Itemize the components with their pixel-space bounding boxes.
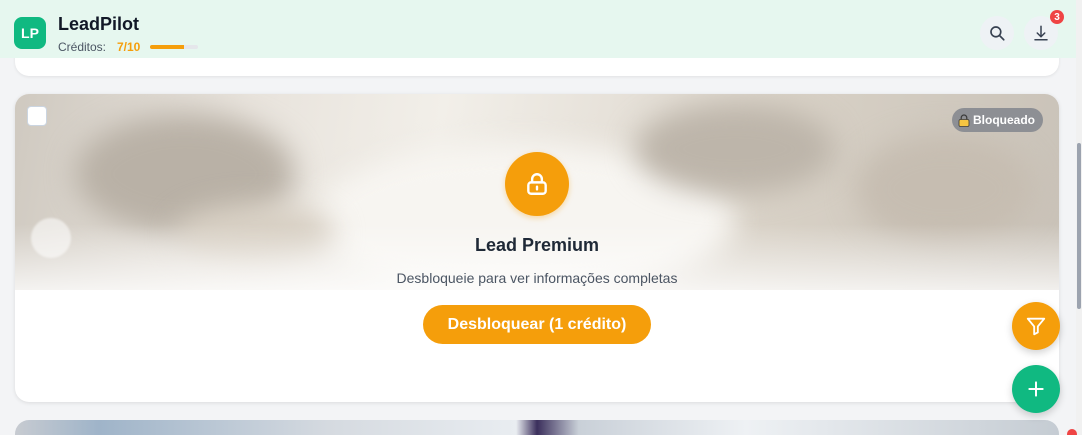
select-lead-checkbox[interactable]: [27, 106, 47, 126]
unlock-lead-button[interactable]: Desbloquear (1 crédito): [423, 305, 651, 344]
lead-card-subtitle: Desbloqueie para ver informações complet…: [396, 270, 678, 286]
credits-value: 7/10: [117, 40, 141, 54]
credits-label: Créditos:: [58, 40, 107, 54]
premium-lock-indicator: [505, 152, 569, 216]
search-icon: [990, 26, 1005, 41]
credits-progress-bar: [150, 45, 198, 49]
lock-icon: [527, 173, 547, 195]
plus-icon: [1028, 381, 1044, 397]
locked-badge-label: Bloqueado: [973, 113, 1035, 127]
corner-notification-dot: [1067, 429, 1077, 435]
search-button[interactable]: [980, 16, 1014, 50]
lead-card-locked: Bloqueado Lead Premium Desbloqueie para …: [15, 94, 1059, 402]
notification-count-badge: 3: [1050, 10, 1064, 24]
app-header: LP LeadPilot Créditos: 7/10 3: [0, 0, 1076, 58]
lock-icon: [958, 113, 970, 127]
filter-icon: [1026, 317, 1046, 336]
download-icon: [1034, 25, 1048, 41]
app-title: LeadPilot: [58, 14, 140, 34]
filter-button[interactable]: [1012, 302, 1060, 350]
locked-status-badge: Bloqueado: [952, 108, 1043, 132]
lead-card-title: Lead Premium: [474, 235, 600, 255]
app-page: LP LeadPilot Créditos: 7/10 3 Bloqueado …: [0, 0, 1082, 435]
next-lead-card[interactable]: [15, 420, 1059, 435]
credits-progress-fill: [150, 45, 184, 49]
scrollbar-thumb[interactable]: [1077, 143, 1081, 309]
add-lead-button[interactable]: [1012, 365, 1060, 413]
app-logo: LP: [14, 17, 46, 49]
